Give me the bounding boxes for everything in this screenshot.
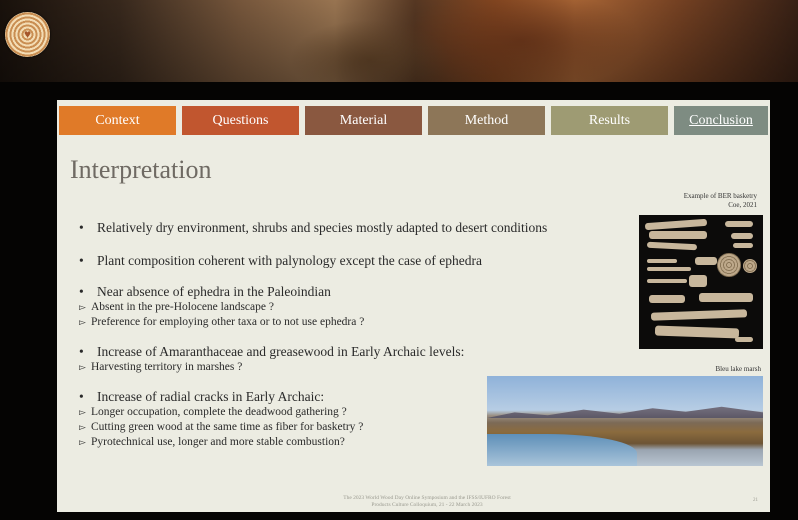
tab-context[interactable]: Context xyxy=(59,106,176,135)
sub-text: Pyrotechnical use, longer and more stabl… xyxy=(91,436,345,448)
basketry-fragment xyxy=(650,309,748,321)
header-banner-shade xyxy=(0,0,798,82)
arrow-icon: ▻ xyxy=(79,407,86,417)
basketry-fragment xyxy=(644,218,708,231)
bullet-item: • Increase of radial cracks in Early Arch… xyxy=(79,389,324,405)
basketry-fragment xyxy=(731,233,753,239)
bullet-glyph: • xyxy=(79,220,84,235)
bullet-text: Increase of radial cracks in Early Archa… xyxy=(97,389,325,404)
basketry-fragment xyxy=(646,241,698,251)
basketry-fragment xyxy=(649,295,685,303)
bullet-glyph: • xyxy=(79,389,84,404)
bullet-glyph: • xyxy=(79,344,84,359)
arrow-icon: ▻ xyxy=(79,422,86,432)
arrow-icon: ▻ xyxy=(79,317,86,327)
bullet-item: • Increase of Amaranthaceae and greasewoo… xyxy=(79,344,464,360)
bullet-glyph: • xyxy=(79,284,84,299)
marsh-caption: Bleu lake marsh xyxy=(715,365,762,373)
basketry-coil xyxy=(743,259,757,273)
basketry-fragment xyxy=(654,325,740,339)
slide-title: Interpretation xyxy=(70,155,212,184)
basketry-fragment xyxy=(647,259,677,263)
marsh-water xyxy=(487,434,637,466)
bullet-item: • Plant composition coherent with palynol… xyxy=(79,253,482,269)
basketry-coil xyxy=(717,253,741,277)
basketry-caption-line2: Coe, 2021 xyxy=(728,201,757,209)
sub-item: ▻ Cutting green wood at the same time as … xyxy=(79,421,363,433)
sub-text: Harvesting territory in marshes ? xyxy=(91,361,243,373)
arrow-icon: ▻ xyxy=(79,302,86,312)
sub-item: ▻ Longer occupation, complete the deadwoo… xyxy=(79,406,347,418)
bullet-text: Near absence of ephedra in the Paleoindi… xyxy=(97,284,331,299)
tab-questions[interactable]: Questions xyxy=(182,106,299,135)
basketry-photo xyxy=(639,215,763,349)
marsh-photo xyxy=(487,376,763,466)
tab-material[interactable]: Material xyxy=(305,106,422,135)
sub-item: ▻ Absent in the pre-Holocene landscape ? xyxy=(79,301,274,313)
footer-line2: Products Culture Colloquium, 21 - 22 Mar… xyxy=(371,502,483,508)
basketry-fragment xyxy=(647,267,691,271)
sub-item: ▻ Preference for employing other taxa or … xyxy=(79,316,364,328)
heart-icon: ♥ xyxy=(23,27,32,41)
page-number: 21 xyxy=(753,498,758,503)
slide-footer: The 2023 World Wood Day Online Symposium… xyxy=(277,495,577,509)
tab-conclusion[interactable]: Conclusion xyxy=(674,106,768,135)
bullet-text: Plant composition coherent with palynolo… xyxy=(97,253,483,268)
basketry-fragment xyxy=(725,221,753,227)
sub-text: Absent in the pre-Holocene landscape ? xyxy=(91,301,274,313)
sub-item: ▻ Harvesting territory in marshes ? xyxy=(79,361,242,373)
bullet-text: Increase of Amaranthaceae and greasewood… xyxy=(97,344,465,359)
bullet-text: Relatively dry environment, shrubs and s… xyxy=(97,220,548,235)
bullet-glyph: • xyxy=(79,253,84,268)
arrow-icon: ▻ xyxy=(79,362,86,372)
basketry-fragment xyxy=(695,257,717,265)
tab-method[interactable]: Method xyxy=(428,106,545,135)
basketry-fragment xyxy=(735,337,753,342)
tab-results[interactable]: Results xyxy=(551,106,668,135)
basketry-fragment xyxy=(689,275,707,287)
basketry-fragment xyxy=(733,243,753,248)
sub-text: Longer occupation, complete the deadwood… xyxy=(91,406,347,418)
bullet-item: • Near absence of ephedra in the Paleoind… xyxy=(79,284,331,300)
basketry-fragment xyxy=(647,279,687,283)
bullet-item: • Relatively dry environment, shrubs and … xyxy=(79,220,547,236)
sub-item: ▻ Pyrotechnical use, longer and more stab… xyxy=(79,436,345,448)
sub-text: Preference for employing other taxa or t… xyxy=(91,316,365,328)
basketry-fragment xyxy=(699,293,753,302)
footer-line1: The 2023 World Wood Day Online Symposium… xyxy=(343,495,511,501)
basketry-fragment xyxy=(649,231,707,239)
basketry-caption-line1: Example of BER basketry xyxy=(683,192,757,200)
tree-ring-logo: ♥ xyxy=(5,12,50,57)
section-nav: Context Questions Material Method Result… xyxy=(59,106,768,135)
mountain-range xyxy=(487,406,763,418)
sub-text: Cutting green wood at the same time as f… xyxy=(91,421,364,433)
basketry-caption: Example of BER basketry Coe, 2021 xyxy=(617,192,757,210)
presentation-slide: Context Questions Material Method Result… xyxy=(57,100,770,512)
arrow-icon: ▻ xyxy=(79,437,86,447)
